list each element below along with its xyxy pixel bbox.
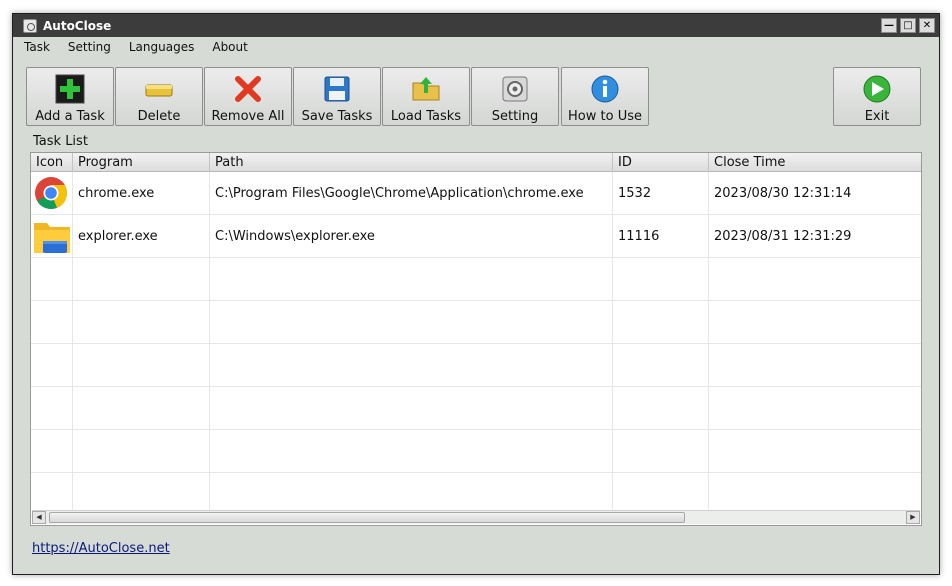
menu-setting[interactable]: Setting bbox=[57, 40, 118, 54]
empty-row bbox=[31, 387, 921, 430]
add-icon bbox=[55, 74, 85, 104]
app-window: AutoClose — □ ✕ Task Setting Languages A… bbox=[12, 13, 940, 575]
exit-arrow-icon bbox=[863, 75, 891, 103]
how-to-use-label: How to Use bbox=[568, 109, 642, 124]
save-tasks-label: Save Tasks bbox=[301, 109, 373, 124]
column-header-id[interactable]: ID bbox=[613, 153, 709, 172]
task-list-label: Task List bbox=[33, 134, 88, 149]
chrome-icon bbox=[35, 177, 68, 209]
column-header-icon[interactable]: Icon bbox=[31, 153, 73, 172]
empty-row bbox=[31, 258, 921, 301]
menu-languages[interactable]: Languages bbox=[118, 40, 201, 54]
add-task-label: Add a Task bbox=[35, 109, 105, 124]
setting-button[interactable]: Setting bbox=[471, 67, 559, 126]
title-bar[interactable]: AutoClose — □ ✕ bbox=[13, 14, 939, 37]
column-header-program[interactable]: Program bbox=[73, 153, 210, 172]
scroll-right-icon[interactable]: ▶ bbox=[906, 511, 920, 524]
row-path: C:\Windows\explorer.exe bbox=[215, 229, 375, 244]
row-program: chrome.exe bbox=[78, 186, 155, 201]
load-tasks-label: Load Tasks bbox=[390, 109, 462, 124]
row-path: C:\Program Files\Google\Chrome\Applicati… bbox=[215, 186, 584, 201]
folder-upload-icon bbox=[412, 77, 440, 101]
app-icon bbox=[23, 18, 37, 33]
row-icon-cell bbox=[31, 172, 73, 215]
toolbar: Add a Task Delete Remove All Save Tasks bbox=[26, 67, 939, 127]
window-controls: — □ ✕ bbox=[881, 18, 935, 33]
info-icon bbox=[591, 75, 619, 103]
scrollbar-thumb[interactable] bbox=[49, 512, 685, 523]
load-tasks-button[interactable]: Load Tasks bbox=[382, 67, 470, 126]
setting-label: Setting bbox=[491, 109, 539, 124]
task-list-table[interactable]: Icon Program Path ID Close Time chrome.e bbox=[30, 152, 922, 526]
exit-button[interactable]: Exit bbox=[833, 67, 921, 126]
folder-icon bbox=[34, 223, 70, 253]
remove-all-label: Remove All bbox=[211, 109, 285, 124]
horizontal-scrollbar[interactable]: ◀ ▶ bbox=[32, 510, 920, 524]
close-icon[interactable]: ✕ bbox=[919, 18, 935, 33]
column-header-path[interactable]: Path bbox=[210, 153, 613, 172]
empty-row bbox=[31, 430, 921, 473]
exit-label: Exit bbox=[864, 109, 890, 124]
table-row[interactable]: chrome.exe C:\Program Files\Google\Chrom… bbox=[31, 172, 921, 215]
scroll-left-icon[interactable]: ◀ bbox=[32, 511, 46, 524]
row-id: 1532 bbox=[618, 186, 652, 201]
menu-bar: Task Setting Languages About bbox=[13, 37, 939, 57]
table-row[interactable]: explorer.exe C:\Windows\explorer.exe 111… bbox=[31, 215, 921, 258]
how-to-use-button[interactable]: How to Use bbox=[561, 67, 649, 126]
row-id: 11116 bbox=[618, 229, 660, 244]
floppy-disk-icon bbox=[324, 76, 350, 102]
remove-all-button[interactable]: Remove All bbox=[204, 67, 292, 126]
gear-icon bbox=[502, 76, 528, 102]
empty-row bbox=[31, 344, 921, 387]
empty-row bbox=[31, 301, 921, 344]
save-tasks-button[interactable]: Save Tasks bbox=[293, 67, 381, 126]
window-title: AutoClose bbox=[43, 18, 112, 33]
minimize-icon[interactable]: — bbox=[881, 18, 897, 33]
row-program: explorer.exe bbox=[78, 229, 158, 244]
table-header: Icon Program Path ID Close Time bbox=[31, 153, 921, 172]
row-close-time: 2023/08/30 12:31:14 bbox=[714, 186, 852, 201]
maximize-icon[interactable]: □ bbox=[900, 18, 916, 33]
column-header-close-time[interactable]: Close Time bbox=[709, 153, 921, 172]
remove-x-icon bbox=[235, 76, 261, 102]
delete-label: Delete bbox=[137, 109, 181, 124]
delete-button[interactable]: Delete bbox=[115, 67, 203, 126]
row-icon-cell bbox=[31, 215, 73, 258]
menu-about[interactable]: About bbox=[201, 40, 254, 54]
website-link[interactable]: https://AutoClose.net bbox=[32, 541, 170, 556]
menu-task[interactable]: Task bbox=[13, 40, 57, 54]
add-task-button[interactable]: Add a Task bbox=[26, 67, 114, 126]
row-close-time: 2023/08/31 12:31:29 bbox=[714, 229, 852, 244]
eraser-icon bbox=[145, 84, 173, 97]
